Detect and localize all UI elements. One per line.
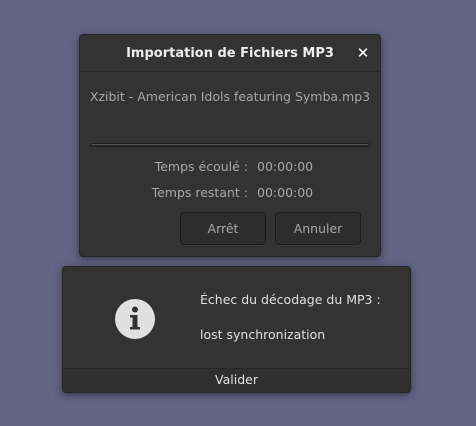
elapsed-label: Temps écoulé : [154,159,248,174]
stop-button[interactable]: Arrêt [180,212,266,245]
dialog-title: Importation de Fichiers MP3 [126,46,334,61]
elapsed-value: 00:00:00 [257,159,314,174]
error-message-line1: Échec du décodage du MP3 : [200,292,381,307]
remaining-label: Temps restant : [151,185,248,200]
cancel-button[interactable]: Annuler [275,212,361,245]
error-message-line2: lost synchronization [200,327,326,342]
close-icon[interactable]: ✕ [354,44,372,62]
info-icon [115,299,155,339]
elapsed-row: Temps écoulé : 00:00:00 [80,159,380,175]
error-dialog: Échec du décodage du MP3 : lost synchron… [62,266,411,393]
import-dialog: Importation de Fichiers MP3 ✕ Xzibit - A… [79,34,381,257]
ok-button[interactable]: Valider [63,368,410,392]
remaining-value: 00:00:00 [257,185,314,200]
current-filename: Xzibit - American Idols featuring Symba.… [89,89,371,104]
progress-bar [90,143,370,147]
titlebar: Importation de Fichiers MP3 ✕ [80,35,380,72]
remaining-row: Temps restant : 00:00:00 [80,185,380,201]
